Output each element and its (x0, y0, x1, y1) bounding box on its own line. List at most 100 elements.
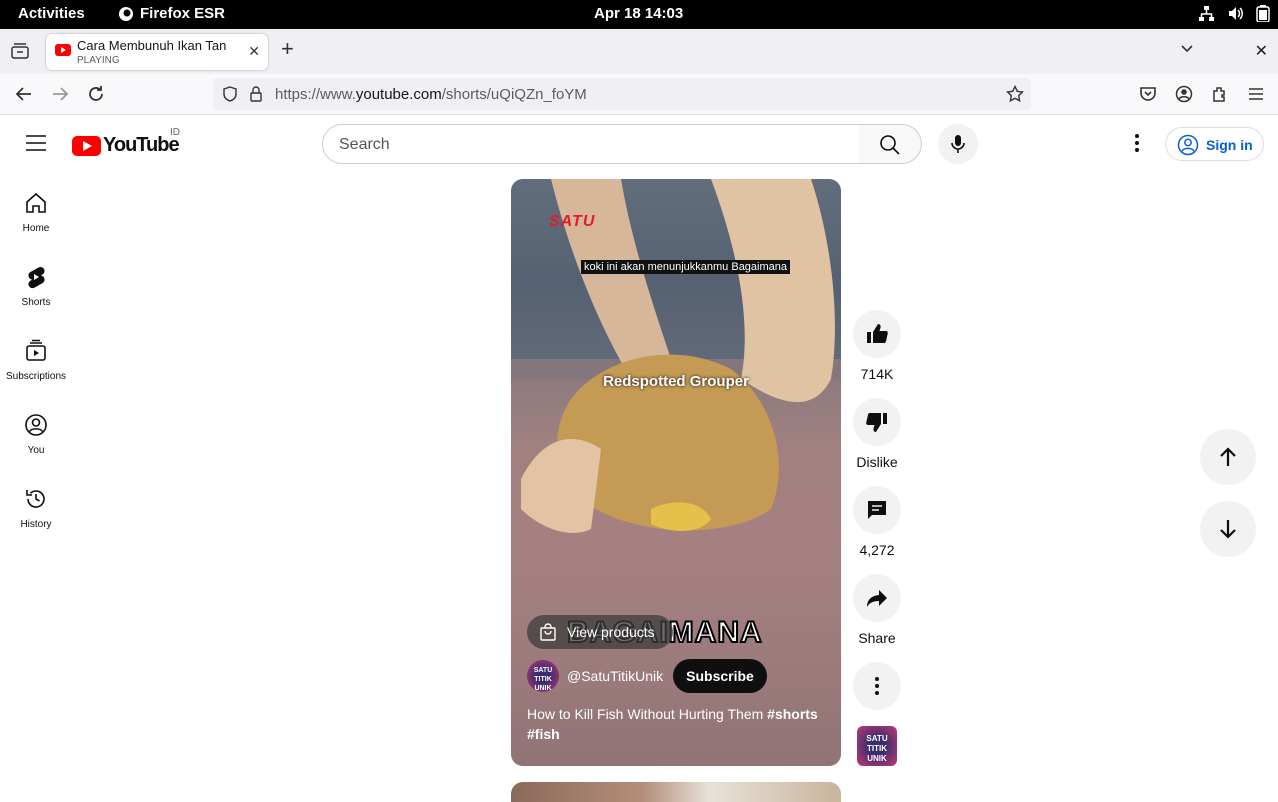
youtube-favicon-icon (55, 44, 71, 56)
channel-thumbnail[interactable]: SATU TITIK UNIK (857, 726, 897, 766)
pocket-icon[interactable] (1139, 85, 1157, 103)
system-top-bar: Activities Firefox ESR Apr 18 14:03 (0, 0, 1278, 29)
country-code: ID (170, 127, 180, 138)
like-button[interactable] (853, 310, 901, 358)
activities-button[interactable]: Activities (18, 5, 85, 22)
comment-count: 4,272 (859, 542, 895, 558)
url-bar[interactable]: https://www.youtube.com/shorts/uQiQZn_fo… (213, 78, 1031, 110)
navigation-bar: https://www.youtube.com/shorts/uQiQZn_fo… (0, 74, 1278, 115)
dislike-button[interactable] (853, 398, 901, 446)
app-name: Firefox ESR (140, 5, 226, 22)
bookmark-star-icon[interactable] (1006, 85, 1024, 103)
url-text[interactable]: https://www.youtube.com/shorts/uQiQZn_fo… (275, 86, 587, 103)
subscribe-button[interactable]: Subscribe (673, 659, 767, 693)
sidebar-item-shorts[interactable]: Shorts (0, 245, 72, 319)
youtube-wordmark: YouTube (103, 134, 180, 156)
view-products-label: View products (567, 624, 655, 640)
reload-icon[interactable] (87, 85, 105, 103)
hashtag-shorts[interactable]: #shorts (767, 706, 818, 722)
channel-avatar[interactable]: SATU TITIK UNIK (527, 660, 559, 692)
sidebar-item-history[interactable]: History (0, 467, 72, 541)
tab-audio-status[interactable]: PLAYING (77, 55, 120, 66)
sidebar-item-home[interactable]: Home (0, 171, 72, 245)
arrow-down-icon (1220, 520, 1236, 539)
tab-youtube-short[interactable]: Cara Membunuh Ikan Tan PLAYING ✕ (46, 34, 268, 70)
tracking-protection-icon[interactable] (222, 86, 238, 102)
comments-button[interactable] (853, 486, 901, 534)
menu-icon[interactable] (1247, 85, 1265, 103)
subscriptions-icon (26, 339, 46, 361)
sign-in-button[interactable]: Sign in (1165, 127, 1264, 161)
battery-icon (1256, 5, 1270, 22)
list-all-tabs-icon[interactable] (1180, 41, 1194, 55)
share-label: Share (858, 630, 896, 646)
dislike-action[interactable]: Dislike (853, 398, 901, 470)
search-button[interactable] (858, 124, 922, 164)
you-icon (25, 414, 47, 436)
extensions-icon[interactable] (1211, 85, 1229, 103)
comment-icon (868, 501, 886, 519)
comments-action[interactable]: 4,272 (853, 486, 901, 558)
more-actions[interactable] (853, 662, 901, 710)
shorts-icon (28, 266, 45, 289)
channel-name-link[interactable]: @SatuTitikUnik (567, 668, 663, 684)
view-products-button[interactable]: View products (527, 615, 673, 649)
settings-more-icon[interactable] (1125, 132, 1149, 154)
new-tab-button[interactable]: + (281, 38, 294, 60)
youtube-logo[interactable]: YouTube ID (72, 127, 180, 157)
clock[interactable]: Apr 18 14:03 (594, 5, 683, 22)
home-icon (26, 192, 46, 213)
hashtag-fish[interactable]: #fish (527, 726, 560, 742)
shorts-video-player[interactable]: SATU koki ini akan menunjukkanmu Bagaima… (511, 179, 841, 766)
share-button[interactable] (853, 574, 901, 622)
search-input[interactable]: Search (322, 124, 859, 164)
sidebar-item-label: You (27, 445, 45, 456)
tab-title: Cara Membunuh Ikan Tan (77, 38, 227, 53)
lock-icon[interactable] (249, 86, 263, 102)
volume-icon (1229, 7, 1243, 20)
video-description[interactable]: How to Kill Fish Without Hurting Them #s… (527, 704, 827, 744)
forward-icon[interactable] (51, 85, 69, 103)
youtube-header: YouTube ID Search Sign in (0, 115, 1278, 171)
back-icon[interactable] (15, 85, 33, 103)
next-short-button[interactable] (1200, 501, 1256, 557)
thumbs-up-icon (867, 324, 888, 343)
dislike-label: Dislike (856, 454, 898, 470)
description-text: How to Kill Fish Without Hurting Them (527, 706, 764, 722)
account-icon[interactable] (1175, 85, 1193, 103)
firefox-icon (119, 6, 133, 21)
system-tray[interactable] (1198, 5, 1270, 22)
history-icon (26, 490, 45, 508)
next-short-preview[interactable] (511, 782, 841, 802)
voice-search-button[interactable] (938, 124, 978, 164)
share-action[interactable]: Share (853, 574, 901, 646)
guide-menu-icon[interactable] (26, 135, 46, 151)
sidebar-item-you[interactable]: You (0, 393, 72, 467)
sidebar-item-label: Home (22, 223, 50, 234)
tab-strip: Cara Membunuh Ikan Tan PLAYING ✕ + ✕ (0, 29, 1278, 74)
sidebar-item-label: History (20, 519, 52, 530)
search-placeholder: Search (339, 136, 390, 153)
like-action[interactable]: 714K (853, 310, 901, 382)
channel-watermark: SATU (549, 213, 596, 230)
sidebar-item-label: Subscriptions (5, 371, 67, 382)
shopping-bag-icon (540, 623, 556, 641)
close-window-icon[interactable]: ✕ (1255, 41, 1268, 61)
sign-in-label: Sign in (1206, 137, 1253, 153)
sidebar-item-label: Shorts (21, 297, 51, 308)
arrow-up-icon (1220, 447, 1236, 466)
species-label: Redspotted Grouper (603, 373, 749, 390)
thumbs-down-icon (866, 413, 887, 432)
previous-short-button[interactable] (1200, 429, 1256, 485)
app-menu[interactable]: Firefox ESR (118, 5, 225, 22)
tab-close-icon[interactable]: ✕ (248, 43, 260, 60)
account-circle-icon (1177, 134, 1199, 156)
firefox-view-icon[interactable] (11, 43, 29, 59)
youtube-play-icon (72, 135, 101, 156)
sidebar-item-subscriptions[interactable]: Subscriptions (0, 319, 72, 393)
like-count: 714K (860, 366, 894, 382)
microphone-icon (951, 135, 965, 153)
more-actions-button[interactable] (853, 662, 901, 710)
network-icon (1199, 6, 1214, 21)
video-caption: koki ini akan menunjukkanmu Bagaimana (581, 260, 791, 274)
